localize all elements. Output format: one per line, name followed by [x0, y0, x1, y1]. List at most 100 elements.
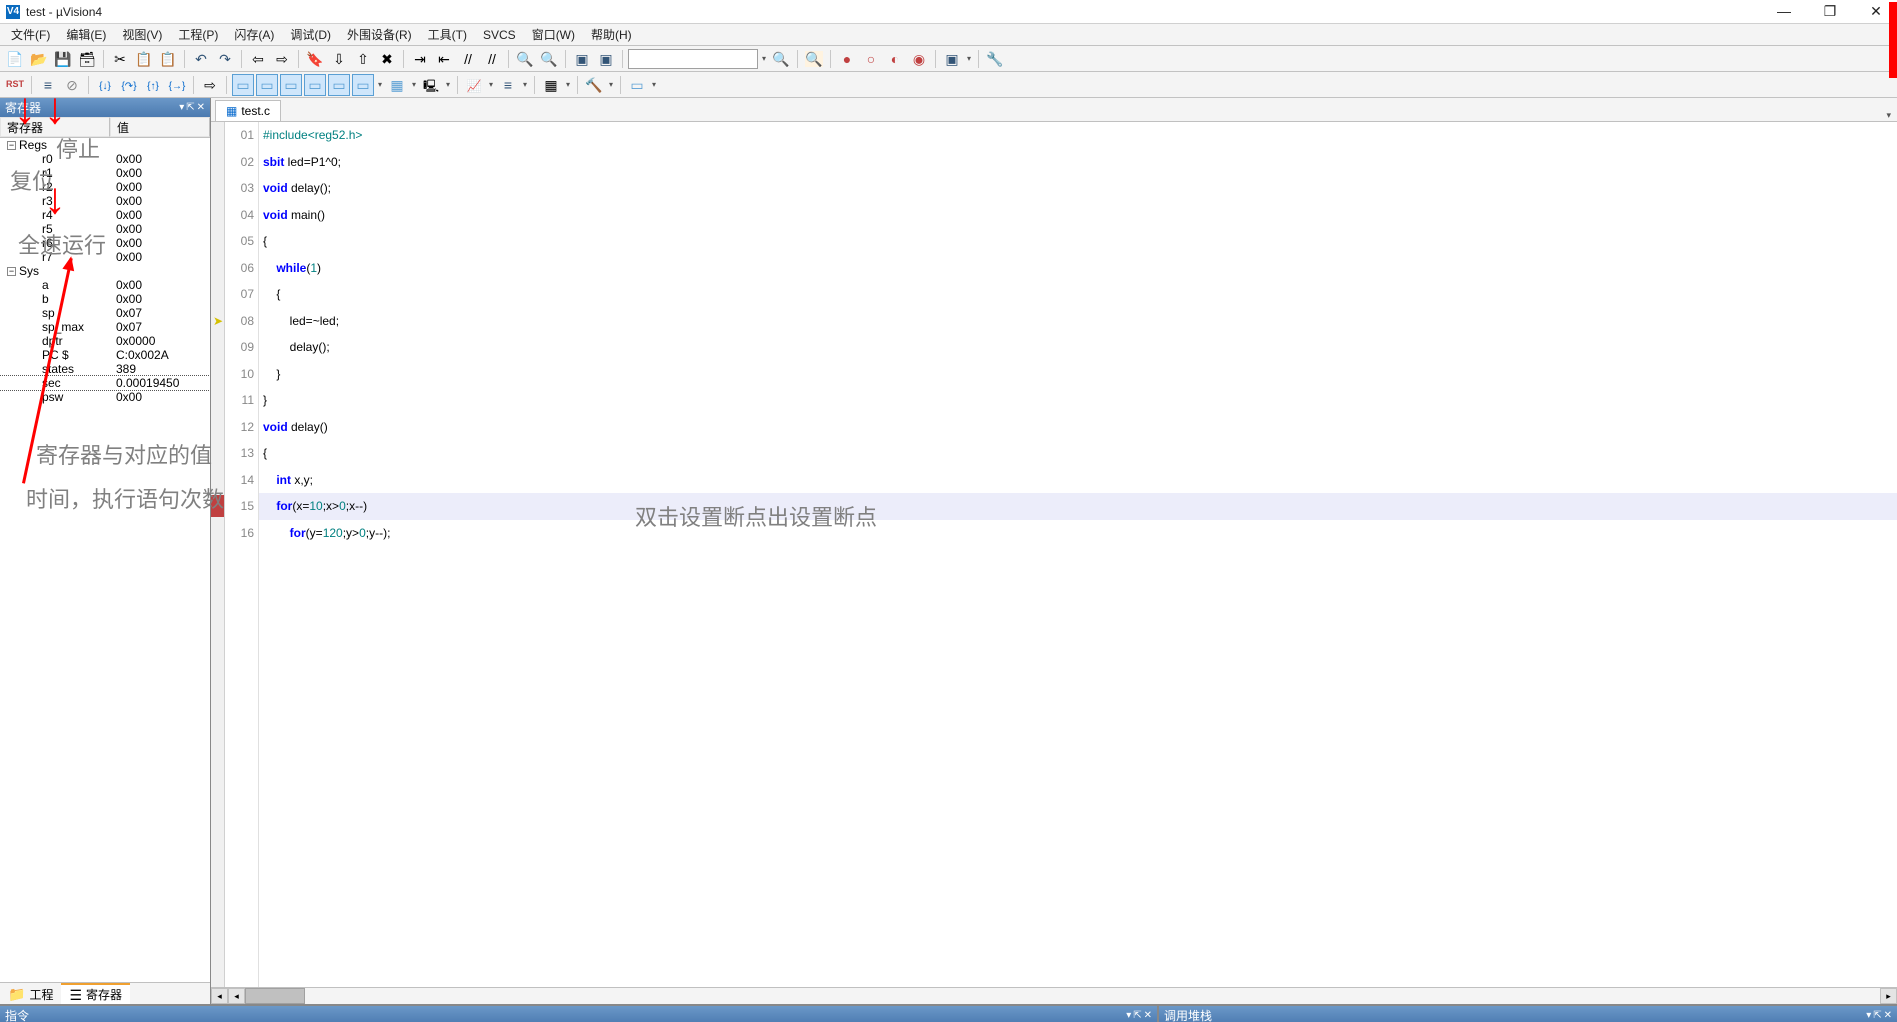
- system-viewer-button[interactable]: ▦: [540, 74, 562, 96]
- scroll-right-button[interactable]: ▸: [1880, 988, 1897, 1004]
- bp-insert-button[interactable]: [836, 48, 858, 70]
- breakpoint-marker[interactable]: [211, 122, 224, 149]
- register-row[interactable]: r30x00: [0, 194, 210, 208]
- outdent-button[interactable]: [433, 48, 455, 70]
- panel-dropdown-button[interactable]: ▾: [1126, 1010, 1131, 1021]
- maximize-button[interactable]: ❐: [1815, 3, 1845, 20]
- breakpoint-marker[interactable]: [211, 228, 224, 255]
- menu-edit[interactable]: 编辑(E): [59, 24, 113, 45]
- analysis-window-button[interactable]: [463, 74, 485, 96]
- debug-views-dropdown[interactable]: ▾: [650, 80, 658, 89]
- panel-dropdown-button[interactable]: ▾: [1866, 1010, 1871, 1021]
- toolbox-button[interactable]: [583, 74, 605, 96]
- register-row[interactable]: r40x00: [0, 208, 210, 222]
- cut-button[interactable]: [109, 48, 131, 70]
- open-file-button[interactable]: [28, 48, 50, 70]
- code-line[interactable]: }: [259, 387, 1897, 414]
- register-row[interactable]: sp_max0x07: [0, 320, 210, 334]
- register-row[interactable]: a0x00: [0, 278, 210, 292]
- step-into-button[interactable]: [94, 74, 116, 96]
- code-line[interactable]: #include<reg52.h>: [259, 122, 1897, 149]
- breakpoint-marker[interactable]: [211, 467, 224, 494]
- system-viewer-dropdown[interactable]: ▾: [564, 80, 572, 89]
- breakpoint-marker[interactable]: [211, 255, 224, 282]
- register-row[interactable]: r70x00: [0, 250, 210, 264]
- registers-body[interactable]: − Regsr00x00r10x00r20x00r30x00r40x00r50x…: [0, 138, 210, 982]
- scroll-thumb[interactable]: [245, 988, 305, 1004]
- editor-hscroll[interactable]: ◂ ◂ ▸: [211, 987, 1897, 1004]
- code-line[interactable]: while(1): [259, 255, 1897, 282]
- breakpoint-marker[interactable]: [211, 387, 224, 414]
- code-line[interactable]: {: [259, 281, 1897, 308]
- serial-window-dropdown[interactable]: ▾: [444, 80, 452, 89]
- code-line[interactable]: void main(): [259, 202, 1897, 229]
- window-layout-button[interactable]: [941, 48, 963, 70]
- panel-pin-button[interactable]: ⇱: [186, 102, 194, 113]
- paste-button[interactable]: [157, 48, 179, 70]
- register-row[interactable]: r20x00: [0, 180, 210, 194]
- find-combo-dropdown[interactable]: ▾: [760, 54, 768, 63]
- scroll-left-button[interactable]: ◂: [211, 988, 228, 1004]
- code-line[interactable]: void delay();: [259, 175, 1897, 202]
- debug-printf2-button[interactable]: [595, 48, 617, 70]
- code-line[interactable]: for(y=120;y>0;y--);: [259, 520, 1897, 547]
- code-line[interactable]: led=~led;: [259, 308, 1897, 335]
- register-row[interactable]: dptr0x0000: [0, 334, 210, 348]
- registers-col-value[interactable]: 值: [110, 117, 210, 137]
- tab-project[interactable]: 📁工程: [0, 983, 61, 1004]
- close-button[interactable]: ✕: [1861, 3, 1891, 20]
- bookmark-next-button[interactable]: [328, 48, 350, 70]
- menu-flash[interactable]: 闪存(A): [227, 24, 281, 45]
- menu-project[interactable]: 工程(P): [171, 24, 225, 45]
- watch-window-button[interactable]: [352, 74, 374, 96]
- register-row[interactable]: PC $C:0x002A: [0, 348, 210, 362]
- register-row[interactable]: r10x00: [0, 166, 210, 180]
- register-row[interactable]: r60x00: [0, 236, 210, 250]
- registers-col-name[interactable]: 寄存器: [0, 117, 110, 137]
- code-line[interactable]: delay();: [259, 334, 1897, 361]
- breakpoint-marker[interactable]: [211, 202, 224, 229]
- breakpoint-marker[interactable]: [211, 495, 224, 517]
- trace-window-dropdown[interactable]: ▾: [521, 80, 529, 89]
- debug-printf-button[interactable]: [571, 48, 593, 70]
- code-line[interactable]: int x,y;: [259, 467, 1897, 494]
- minimize-button[interactable]: —: [1769, 3, 1799, 20]
- bp-disable-all-button[interactable]: [884, 48, 906, 70]
- undo-button[interactable]: [190, 48, 212, 70]
- code-line[interactable]: void delay(): [259, 414, 1897, 441]
- configure-button[interactable]: [984, 48, 1006, 70]
- menu-tools[interactable]: 工具(T): [421, 24, 474, 45]
- panel-close-button[interactable]: ✕: [1144, 1010, 1152, 1021]
- panel-dropdown-button[interactable]: ▾: [179, 102, 184, 113]
- breakpoint-marker[interactable]: [211, 175, 224, 202]
- debug-session-button[interactable]: [803, 48, 825, 70]
- breakpoint-marker[interactable]: [211, 149, 224, 176]
- tab-registers[interactable]: ☰寄存器: [61, 983, 130, 1004]
- show-next-statement-button[interactable]: ⇨: [199, 74, 221, 96]
- menu-svcs[interactable]: SVCS: [476, 26, 523, 44]
- code-line[interactable]: for(x=10;x>0;x--): [259, 493, 1897, 520]
- code-line[interactable]: {: [259, 440, 1897, 467]
- scroll-left-button[interactable]: ◂: [228, 988, 245, 1004]
- save-button[interactable]: [52, 48, 74, 70]
- breakpoint-marker[interactable]: [211, 281, 224, 308]
- registers-window-button[interactable]: [304, 74, 326, 96]
- window-layout-dropdown[interactable]: ▾: [965, 54, 973, 63]
- register-group[interactable]: − Regs: [0, 138, 210, 152]
- code-line[interactable]: {: [259, 228, 1897, 255]
- register-group[interactable]: − Sys: [0, 264, 210, 278]
- register-row[interactable]: states389: [0, 362, 210, 376]
- step-over-button[interactable]: [118, 74, 140, 96]
- find-combo[interactable]: [628, 49, 758, 69]
- panel-pin-button[interactable]: ⇱: [1133, 1010, 1141, 1021]
- run-button[interactable]: [37, 74, 59, 96]
- code-line[interactable]: sbit led=P1^0;: [259, 149, 1897, 176]
- code-view[interactable]: 双击设置断点出设置断点 01020304050607➤0809101112131…: [211, 122, 1897, 987]
- analysis-window-dropdown[interactable]: ▾: [487, 80, 495, 89]
- menu-window[interactable]: 窗口(W): [525, 24, 582, 45]
- memory-window-dropdown[interactable]: ▾: [410, 80, 418, 89]
- breakpoint-marker[interactable]: [211, 440, 224, 467]
- nav-forward-button[interactable]: [271, 48, 293, 70]
- breakpoint-marker[interactable]: [211, 517, 224, 544]
- find-in-files-button[interactable]: [514, 48, 536, 70]
